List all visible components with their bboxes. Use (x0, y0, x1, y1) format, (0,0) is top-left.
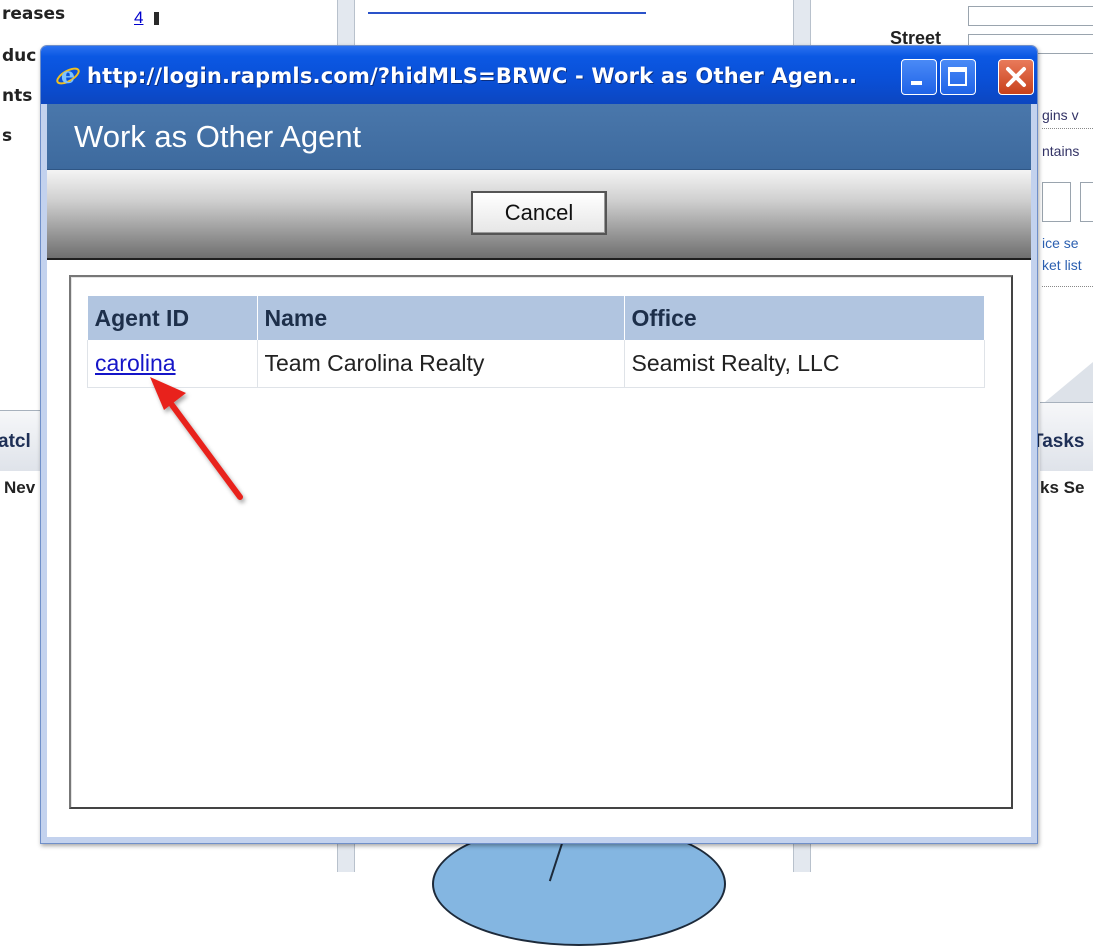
table-header-row: Agent ID Name Office (87, 296, 985, 340)
dialog-header: Work as Other Agent (47, 104, 1031, 170)
bg-input[interactable] (968, 6, 1093, 26)
bg-text-s: s (2, 126, 13, 146)
cell-agent-name: Team Carolina Realty (256, 340, 625, 388)
bg-dotted-rule (1042, 128, 1093, 129)
bg-tab-label: Tasks (1032, 431, 1085, 452)
cell-agent-id: carolina (87, 340, 258, 388)
bg-tab-sub: ks Se (1040, 478, 1085, 497)
bg-tab-watch[interactable]: atcl (0, 410, 45, 471)
maximize-button[interactable] (940, 59, 976, 95)
bg-right-link[interactable]: ice se (1042, 235, 1079, 251)
title-bar[interactable]: e http://login.rapmls.com/?hidMLS=BRWC -… (41, 46, 1037, 104)
maximize-icon (948, 67, 967, 86)
window-client-area: Work as Other Agent Cancel Agent ID Name… (47, 104, 1031, 837)
bg-dotted-rule (1042, 286, 1093, 287)
page-title: Work as Other Agent (74, 119, 362, 154)
bg-right-text: ntains (1042, 143, 1080, 159)
bg-tab-label: atcl (0, 431, 31, 452)
bg-tab-corner (1045, 362, 1093, 402)
bg-right-text: gins v (1042, 107, 1079, 123)
table-row: carolina Team Carolina Realty Seamist Re… (87, 340, 985, 388)
bg-tab-tasks[interactable]: Tasks (1032, 402, 1093, 471)
svg-text:e: e (61, 63, 75, 89)
cell-agent-office: Seamist Realty, LLC (623, 340, 985, 388)
dialog-content: Agent ID Name Office carolina Team Carol… (47, 260, 1031, 830)
dialog-toolbar: Cancel (47, 170, 1031, 260)
minimize-button[interactable] (901, 59, 937, 95)
popup-window: e http://login.rapmls.com/?hidMLS=BRWC -… (40, 45, 1038, 844)
agent-panel: Agent ID Name Office carolina Team Carol… (69, 275, 1013, 809)
bg-tab-sub: Nev (4, 478, 36, 497)
column-header-office: Office (624, 296, 985, 340)
bg-input-small[interactable] (1042, 182, 1071, 222)
bg-underline (368, 12, 646, 14)
window-title: http://login.rapmls.com/?hidMLS=BRWC - W… (87, 64, 858, 88)
bg-text-agents: nts (2, 86, 33, 106)
minimize-icon (911, 81, 922, 85)
close-icon (1006, 67, 1026, 87)
bg-count-bar (154, 12, 159, 25)
bg-input-small[interactable] (1080, 182, 1093, 222)
cancel-button[interactable]: Cancel (471, 191, 607, 235)
bg-text-releases: reases (2, 4, 66, 24)
column-header-agent-id: Agent ID (87, 296, 258, 340)
close-button[interactable] (998, 59, 1034, 95)
bg-count-link[interactable]: 4 (134, 8, 143, 28)
agent-table: Agent ID Name Office carolina Team Carol… (87, 296, 985, 388)
column-header-name: Name (257, 296, 625, 340)
agent-id-link[interactable]: carolina (95, 350, 176, 376)
bg-right-link[interactable]: ket list (1042, 257, 1082, 273)
bg-text-products: duc (2, 46, 37, 66)
ie-icon: e (56, 63, 80, 89)
